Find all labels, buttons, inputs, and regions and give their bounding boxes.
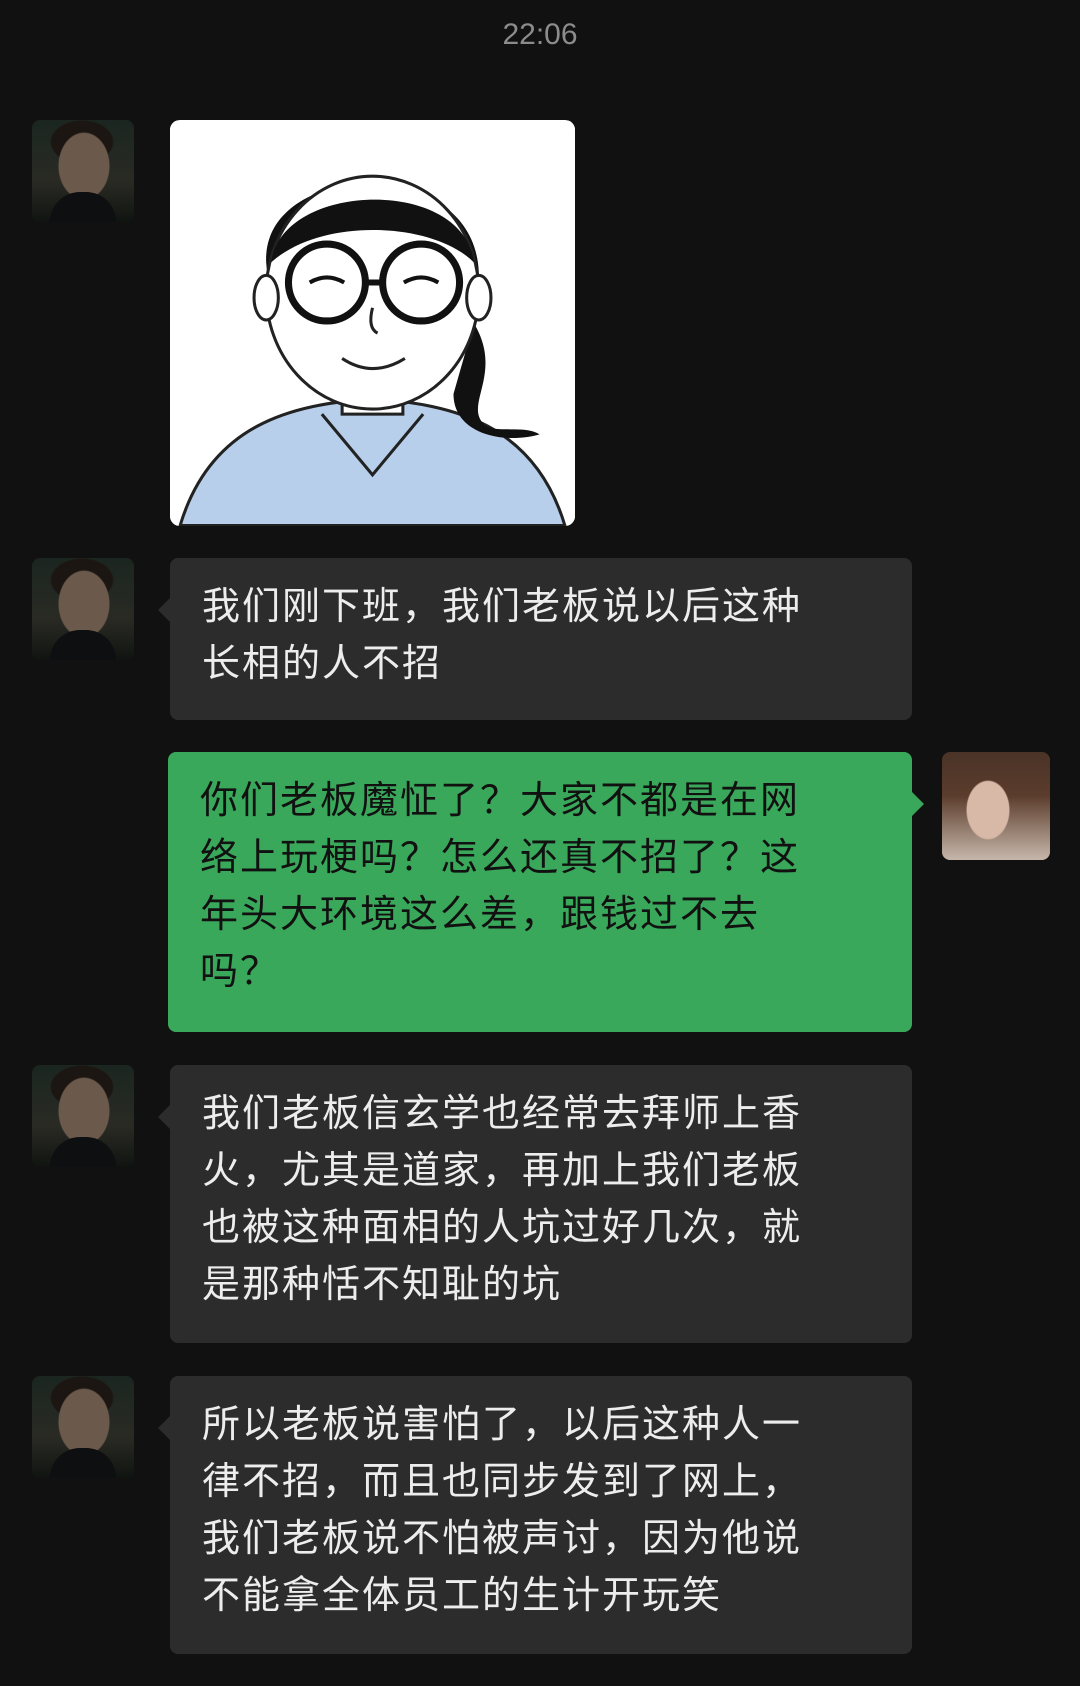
contact-avatar[interactable]: [32, 1065, 134, 1167]
message-line: 长相的人不招: [202, 641, 443, 685]
image-message[interactable]: [170, 120, 575, 526]
cartoon-woman-glasses-icon: [170, 120, 575, 526]
contact-avatar[interactable]: [32, 558, 134, 660]
message-bubble[interactable]: 我们刚下班，我们老板说以后这种 长相的人不招: [158, 558, 912, 720]
contact-avatar[interactable]: [32, 120, 134, 222]
message-line: 我们老板信玄学也经常去拜师上香: [202, 1091, 803, 1135]
message-bubble[interactable]: 所以老板说害怕了，以后这种人一 律不招，而且也同步发到了网上， 我们老板说不怕被…: [158, 1376, 912, 1654]
message-line: 火，尤其是道家，再加上我们老板: [202, 1148, 803, 1192]
message-bubble-self[interactable]: 你们老板魔怔了？大家不都是在网 络上玩梗吗？怎么还真不招了？这 年头大环境这么差…: [168, 752, 924, 1032]
self-avatar[interactable]: [942, 752, 1050, 860]
message-line: 也被这种面相的人坑过好几次，就: [202, 1205, 803, 1249]
message-line: 你们老板魔怔了？大家不都是在网: [200, 778, 801, 822]
message-line: 律不招，而且也同步发到了网上，: [202, 1459, 803, 1503]
message-line: 不能拿全体员工的生计开玩笑: [202, 1573, 723, 1617]
message-line: 吗？: [200, 949, 281, 993]
message-line: 络上玩梗吗？怎么还真不招了？这: [200, 835, 801, 879]
message-line: 年头大环境这么差，跟钱过不去: [200, 892, 761, 936]
message-bubble[interactable]: 我们老板信玄学也经常去拜师上香 火，尤其是道家，再加上我们老板 也被这种面相的人…: [158, 1065, 912, 1343]
message-line: 我们老板说不怕被声讨，因为他说: [202, 1516, 803, 1560]
message-timestamp: 22:06: [502, 18, 578, 51]
contact-avatar[interactable]: [32, 1376, 134, 1478]
message-line: 我们刚下班，我们老板说以后这种: [202, 584, 803, 628]
message-line: 是那种恬不知耻的坑: [202, 1262, 563, 1306]
message-line: 所以老板说害怕了，以后这种人一: [202, 1402, 803, 1446]
